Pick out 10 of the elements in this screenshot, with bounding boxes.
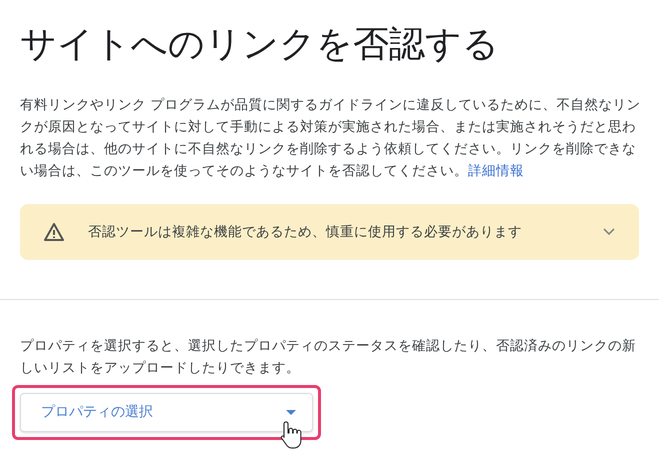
hand-cursor-icon: [279, 420, 303, 450]
dropdown-arrow-icon: [286, 410, 296, 415]
chevron-down-icon[interactable]: [603, 228, 615, 236]
page-title: サイトへのリンクを否認する: [19, 23, 500, 67]
warning-text: 否認ツールは複雑な機能であるため、慎重に使用する必要があります: [88, 222, 523, 242]
warning-banner[interactable]: 否認ツールは複雑な機能であるため、慎重に使用する必要があります: [20, 204, 639, 260]
property-description: プロパティを選択すると、選択したプロパティのステータスを確認したり、否認済みのリンクの新しいリストをアップロードしたりできます。: [20, 337, 637, 378]
warning-icon: [44, 223, 64, 241]
learn-more-link[interactable]: 詳細情報: [468, 163, 524, 179]
description-paragraph: 有料リンクやリンク プログラムが品質に関するガイドラインに違反しているために、不自然なリンクが原因となってサイトに対して手動による対策が実施された場合、または実施されそうだと思われる場合は、他のサイトに不自然なリンクを削除するよう依頼してください。リンクを削除できない場合は、このツールを使ってそのようなサイトを否認してください。詳細情報: [20, 96, 642, 181]
